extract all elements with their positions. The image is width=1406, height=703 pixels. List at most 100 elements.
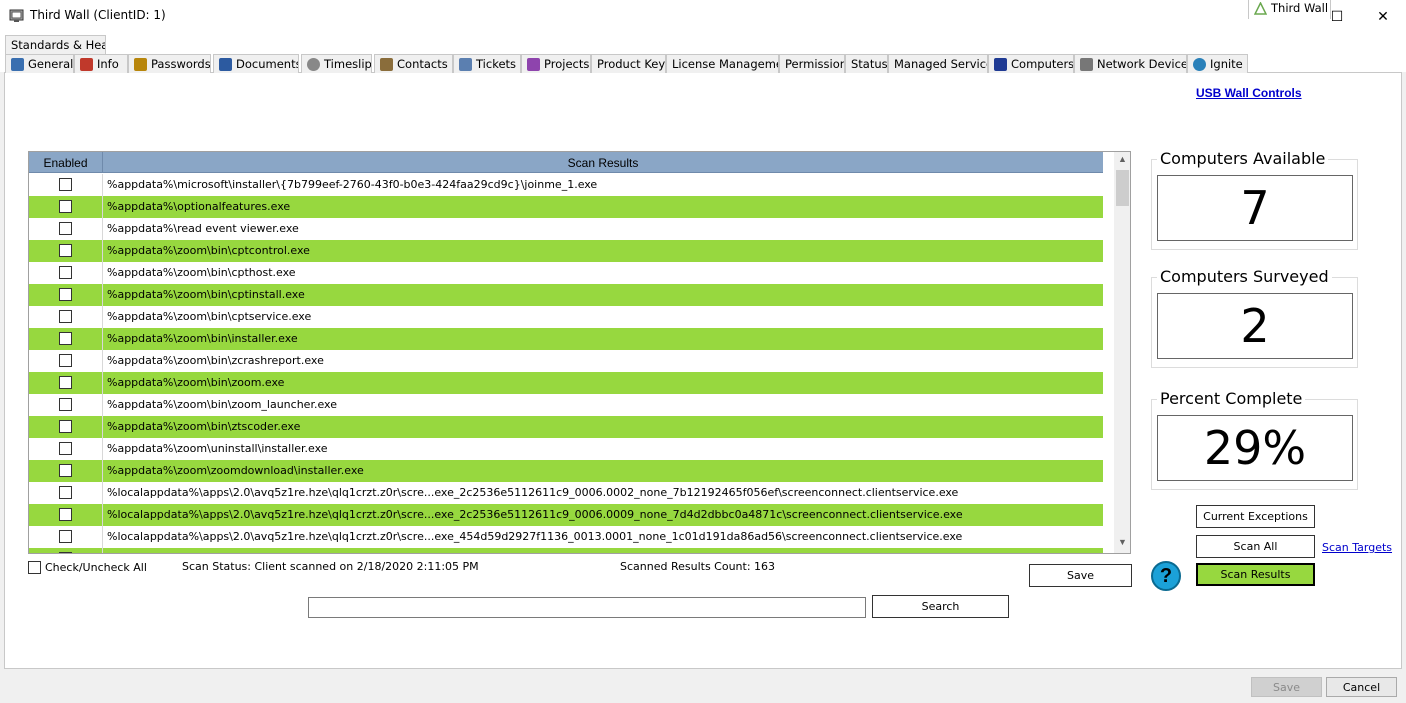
search-button[interactable]: Search bbox=[872, 595, 1009, 618]
row-enabled-checkbox[interactable] bbox=[59, 222, 72, 235]
network-device-icon bbox=[1080, 57, 1093, 71]
table-row[interactable]: %appdata%\zoom\bin\cptservice.exe bbox=[29, 306, 1103, 328]
table-row[interactable]: %appdata%\zoom\bin\cpthost.exe bbox=[29, 262, 1103, 284]
tab-passwords[interactable]: Passwords bbox=[128, 54, 211, 73]
scan-result-path: %appdata%\zoom\bin\zoom_launcher.exe bbox=[107, 398, 337, 411]
tab-computers[interactable]: Computers bbox=[988, 54, 1074, 73]
column-divider bbox=[102, 240, 103, 262]
table-row[interactable]: %appdata%\optionalfeatures.exe bbox=[29, 196, 1103, 218]
table-row[interactable]: %appdata%\read event viewer.exe bbox=[29, 218, 1103, 240]
close-button[interactable]: ✕ bbox=[1360, 0, 1406, 32]
scan-status-text: Scan Status: Client scanned on 2/18/2020… bbox=[182, 560, 479, 573]
column-header-enabled[interactable]: Enabled bbox=[29, 152, 103, 173]
people-icon bbox=[380, 57, 393, 71]
table-row[interactable]: %appdata%\zoom\bin\zcrashreport.exe bbox=[29, 350, 1103, 372]
row-enabled-checkbox[interactable] bbox=[59, 354, 72, 367]
row-enabled-checkbox[interactable] bbox=[59, 420, 72, 433]
scan-all-button[interactable]: Scan All bbox=[1196, 535, 1315, 558]
scan-results-grid: Enabled Scan Results %appdata%\microsoft… bbox=[28, 151, 1131, 554]
table-row[interactable]: %localappdata%\apps\2.0\avq5z1re.hze\qlq… bbox=[29, 504, 1103, 526]
table-row[interactable]: %appdata%\zoom\bin\installer.exe bbox=[29, 328, 1103, 350]
check-all-label[interactable]: Check/Uncheck All bbox=[45, 561, 147, 574]
scroll-up-icon[interactable]: ▲ bbox=[1114, 154, 1130, 168]
row-enabled-checkbox[interactable] bbox=[59, 200, 72, 213]
computers-available-value: 7 bbox=[1157, 175, 1353, 241]
card-icon bbox=[11, 57, 24, 71]
key-icon bbox=[134, 57, 147, 71]
table-row[interactable]: %appdata%\zoom\bin\cptinstall.exe bbox=[29, 284, 1103, 306]
row-enabled-checkbox[interactable] bbox=[59, 310, 72, 323]
column-divider bbox=[102, 350, 103, 372]
row-enabled-checkbox[interactable] bbox=[59, 508, 72, 521]
tab-license-management[interactable]: License Management bbox=[666, 54, 779, 73]
grid-header: Enabled Scan Results bbox=[29, 152, 1103, 173]
table-row[interactable]: %appdata%\zoom\bin\zoom.exe bbox=[29, 372, 1103, 394]
column-divider bbox=[102, 372, 103, 394]
row-enabled-checkbox[interactable] bbox=[59, 398, 72, 411]
table-row[interactable]: %appdata%\zoom\bin\cptcontrol.exe bbox=[29, 240, 1103, 262]
scroll-down-icon[interactable]: ▼ bbox=[1114, 537, 1130, 551]
tab-ignite[interactable]: Ignite bbox=[1187, 54, 1248, 73]
tab-managed-services[interactable]: Managed Services bbox=[888, 54, 988, 73]
row-enabled-checkbox[interactable] bbox=[59, 530, 72, 543]
scan-result-path: %localappdata%\apps\2.0\avq5z1re.hze\qlq… bbox=[107, 508, 963, 521]
document-icon bbox=[219, 57, 232, 71]
tab-projects[interactable]: Projects bbox=[521, 54, 591, 73]
tab-third-wall[interactable]: Third Wall bbox=[1248, 0, 1331, 19]
footer-save-button[interactable]: Save bbox=[1251, 677, 1322, 697]
search-input[interactable] bbox=[308, 597, 866, 618]
tab-network-devices[interactable]: Network Devices bbox=[1074, 54, 1187, 73]
tab-tickets[interactable]: Tickets bbox=[453, 54, 521, 73]
tab-permissions[interactable]: Permissions bbox=[779, 54, 845, 73]
row-enabled-checkbox[interactable] bbox=[59, 288, 72, 301]
table-row[interactable]: %appdata%\microsoft\installer\{7b799eef-… bbox=[29, 174, 1103, 196]
percent-complete-value: 29% bbox=[1157, 415, 1353, 481]
scan-targets-link[interactable]: Scan Targets bbox=[1322, 541, 1392, 554]
usb-wall-controls-link[interactable]: USB Wall Controls bbox=[1196, 86, 1302, 100]
tab-label: Managed Services bbox=[894, 56, 987, 71]
column-divider bbox=[102, 196, 103, 218]
column-header-scan-results[interactable]: Scan Results bbox=[103, 152, 1103, 173]
ignite-icon bbox=[1193, 57, 1206, 71]
tab-label: Computers bbox=[1011, 56, 1074, 71]
scan-result-path: %appdata%\zoom\zoomdownload\installer.ex… bbox=[107, 464, 364, 477]
table-row[interactable]: %appdata%\zoom\uninstall\installer.exe bbox=[29, 438, 1103, 460]
check-all-checkbox[interactable] bbox=[28, 561, 41, 574]
column-divider bbox=[102, 218, 103, 240]
current-exceptions-button[interactable]: Current Exceptions bbox=[1196, 505, 1315, 528]
tab-documents[interactable]: Documents bbox=[213, 54, 299, 73]
scan-result-path: %appdata%\read event viewer.exe bbox=[107, 222, 299, 235]
tab-info[interactable]: Info bbox=[74, 54, 128, 73]
tab-status[interactable]: Status bbox=[845, 54, 888, 73]
tab-label: License Management bbox=[672, 56, 778, 71]
row-enabled-checkbox[interactable] bbox=[59, 332, 72, 345]
row-enabled-checkbox[interactable] bbox=[59, 244, 72, 257]
row-enabled-checkbox[interactable] bbox=[59, 178, 72, 191]
scan-results-button[interactable]: Scan Results bbox=[1196, 563, 1315, 586]
vertical-scrollbar[interactable]: ▲ ▼ bbox=[1114, 152, 1130, 553]
table-row[interactable]: %appdata%\zoom\bin\zoom_launcher.exe bbox=[29, 394, 1103, 416]
footer-cancel-button[interactable]: Cancel bbox=[1326, 677, 1397, 697]
row-enabled-checkbox[interactable] bbox=[59, 376, 72, 389]
row-enabled-checkbox[interactable] bbox=[59, 552, 72, 553]
table-row[interactable]: %localappdata%\apps\2.0\avq5z1re.hze\qlq… bbox=[29, 526, 1103, 548]
window-title: Third Wall (ClientID: 1) bbox=[30, 8, 166, 22]
tab-product-keys[interactable]: Product Keys bbox=[591, 54, 666, 73]
row-enabled-checkbox[interactable] bbox=[59, 486, 72, 499]
tab-timeslips[interactable]: Timeslips bbox=[301, 54, 372, 73]
row-enabled-checkbox[interactable] bbox=[59, 266, 72, 279]
row-enabled-checkbox[interactable] bbox=[59, 464, 72, 477]
table-row[interactable]: %localappdata%\apps\2.0\avq5z1re.hze\qlq… bbox=[29, 482, 1103, 504]
table-row[interactable]: %localappdata%\apps\2.0\avq5z1re.hze\qlq… bbox=[29, 548, 1103, 553]
column-divider bbox=[102, 394, 103, 416]
table-row[interactable]: %appdata%\zoom\bin\ztscoder.exe bbox=[29, 416, 1103, 438]
tab-contacts[interactable]: Contacts bbox=[374, 54, 453, 73]
save-button[interactable]: Save bbox=[1029, 564, 1132, 587]
tab-general[interactable]: General bbox=[5, 54, 74, 73]
row-enabled-checkbox[interactable] bbox=[59, 442, 72, 455]
tab-standards-health[interactable]: Standards & Health bbox=[5, 35, 106, 54]
column-divider bbox=[102, 262, 103, 284]
table-row[interactable]: %appdata%\zoom\zoomdownload\installer.ex… bbox=[29, 460, 1103, 482]
scroll-thumb[interactable] bbox=[1116, 170, 1129, 206]
help-icon[interactable]: ? bbox=[1151, 561, 1181, 591]
